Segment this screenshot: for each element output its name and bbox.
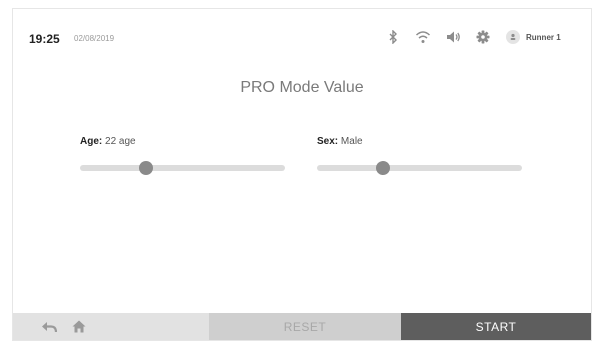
- age-key: Age: [80, 136, 99, 147]
- volume-icon[interactable]: [445, 29, 461, 45]
- date: 02/08/2019: [74, 34, 115, 43]
- clock: 19:25: [29, 32, 60, 46]
- wifi-icon[interactable]: [415, 29, 431, 45]
- sex-slider[interactable]: [317, 161, 522, 175]
- age-slider-thumb[interactable]: [138, 161, 153, 175]
- user-name: Runner 1: [526, 32, 561, 42]
- start-button[interactable]: START: [401, 313, 591, 340]
- age-label: Age: 22 age: [80, 135, 136, 149]
- sex-key: Sex: [317, 136, 335, 147]
- gear-icon[interactable]: [475, 29, 491, 45]
- bottom-bar: RESET START: [13, 313, 591, 340]
- home-icon[interactable]: [71, 319, 87, 335]
- page-title: PRO Mode Value: [240, 79, 364, 96]
- status-bar: 19:25 02/08/2019 Runner 1: [13, 9, 591, 49]
- reset-button[interactable]: RESET: [209, 313, 401, 340]
- age-slider-track[interactable]: [80, 165, 285, 171]
- user-chip[interactable]: Runner 1: [506, 30, 561, 44]
- back-icon[interactable]: [41, 319, 57, 335]
- sex-label: Sex: Male: [317, 135, 363, 149]
- sex-sep: :: [334, 136, 339, 147]
- screen: 19:25 02/08/2019 Runner 1 PRO Mode Value…: [12, 8, 592, 341]
- bluetooth-icon[interactable]: [385, 29, 401, 45]
- status-icons: Runner 1: [385, 26, 561, 48]
- sex-slider-track[interactable]: [317, 165, 522, 171]
- sex-value: Male: [340, 136, 363, 147]
- age-sep: :: [98, 136, 103, 147]
- sex-slider-thumb[interactable]: [375, 161, 390, 175]
- age-slider[interactable]: [80, 161, 285, 175]
- nav-area: [13, 313, 209, 340]
- age-value: 22 age: [105, 136, 136, 147]
- user-icon: [506, 30, 520, 44]
